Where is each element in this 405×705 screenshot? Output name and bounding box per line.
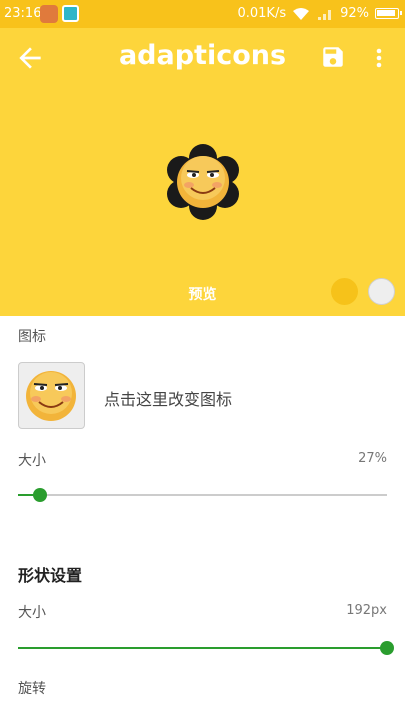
icon-size-value: 27%	[358, 451, 387, 466]
icon-size-label: 大小	[18, 453, 46, 469]
preview-adaptive-icon	[165, 144, 241, 220]
icon-thumbnail[interactable]	[18, 362, 85, 429]
background-color-white[interactable]	[368, 278, 395, 305]
wifi-icon	[292, 7, 310, 21]
notification-app-icon	[40, 5, 58, 23]
signal-icon	[316, 7, 334, 21]
save-button[interactable]	[320, 44, 346, 70]
change-icon-text[interactable]: 点击这里改变图标	[104, 386, 232, 410]
slider-thumb[interactable]	[380, 641, 394, 655]
more-options-button[interactable]	[372, 46, 386, 70]
battery-percent: 92%	[340, 6, 369, 21]
notification-scan-icon	[62, 5, 79, 22]
slider-fill	[18, 647, 387, 649]
battery-icon	[375, 8, 402, 19]
more-vert-icon	[376, 48, 382, 68]
shape-size-slider[interactable]	[18, 640, 394, 656]
icon-preview-area: 预览	[0, 86, 405, 316]
save-icon	[323, 47, 343, 67]
network-speed: 0.01K/s	[237, 6, 287, 21]
app-bar: adapticons	[0, 28, 405, 86]
emoji-icon	[26, 371, 76, 421]
rotation-label: 旋转	[18, 681, 46, 697]
background-color-yellow[interactable]	[331, 278, 358, 305]
status-bar: 23:16 0.01K/s 92%	[0, 0, 405, 28]
icon-size-slider[interactable]	[18, 487, 387, 503]
icon-section-label: 图标	[18, 329, 46, 345]
shape-size-value: 192px	[346, 603, 387, 618]
shape-size-label: 大小	[18, 605, 46, 621]
status-indicators: 0.01K/s 92%	[237, 6, 402, 21]
slider-thumb[interactable]	[33, 488, 48, 502]
status-time: 23:16	[4, 6, 42, 21]
slider-track	[18, 494, 387, 496]
shape-settings-heading: 形状设置	[18, 566, 83, 585]
